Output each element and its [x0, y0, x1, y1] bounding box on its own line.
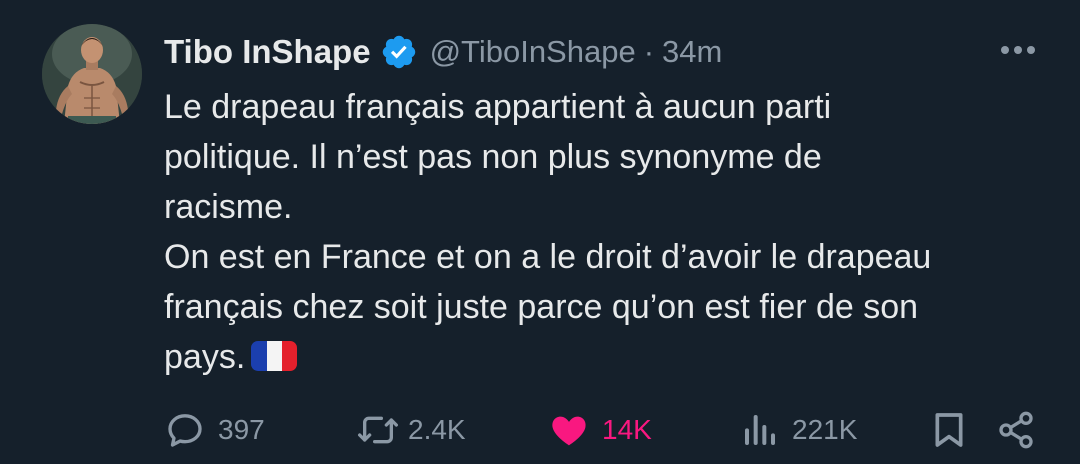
views-count: 221K	[792, 414, 858, 445]
reply-icon	[168, 414, 202, 447]
author-handle[interactable]: @TiboInShape	[430, 34, 636, 70]
share-icon	[999, 411, 1033, 449]
share-button[interactable]	[996, 410, 1036, 450]
views-icon	[745, 415, 775, 445]
bookmark-button[interactable]	[930, 410, 968, 450]
repost-count: 2.4K	[408, 414, 466, 445]
tweet-timestamp[interactable]: 34m	[662, 34, 722, 70]
tweet-text-line: pays.	[164, 338, 246, 376]
like-count: 14K	[602, 414, 652, 445]
verified-badge-icon	[382, 35, 415, 69]
more-icon[interactable]	[996, 34, 1040, 66]
reply-button[interactable]: 397	[164, 410, 265, 450]
tweet-text-line: On est en France et on a le droit d’avoi…	[164, 238, 932, 276]
tweet[interactable]: Tibo InShape @TiboInShape · 34m Le drape…	[0, 0, 1080, 464]
repost-button[interactable]: 2.4K	[356, 410, 466, 450]
repost-icon	[357, 416, 398, 444]
author-name[interactable]: Tibo InShape	[164, 33, 371, 71]
bookmark-icon	[935, 413, 963, 447]
tweet-text-last-line: pays.	[164, 332, 1044, 382]
tweet-text-line: politique. Il n’est pas non plus synonym…	[164, 138, 822, 176]
reply-count: 397	[218, 414, 265, 445]
tweet-header: Tibo InShape @TiboInShape · 34m	[164, 24, 722, 80]
heart-icon	[552, 416, 586, 446]
tweet-text: Le drapeau français appartient à aucun p…	[164, 82, 1044, 382]
france-flag-emoji	[251, 341, 298, 371]
header-separator: ·	[643, 34, 655, 69]
avatar-image	[42, 24, 142, 124]
tweet-text-line: racisme.	[164, 188, 293, 226]
tweet-actions: 397 2.4K 14K 221K	[0, 400, 1080, 460]
avatar[interactable]	[42, 24, 142, 124]
like-button[interactable]: 14K	[548, 410, 652, 450]
tweet-text-line: Le drapeau français appartient à aucun p…	[164, 88, 832, 126]
tweet-text-line: français chez soit juste parce qu’on est…	[164, 288, 919, 326]
views-button[interactable]: 221K	[740, 410, 857, 450]
